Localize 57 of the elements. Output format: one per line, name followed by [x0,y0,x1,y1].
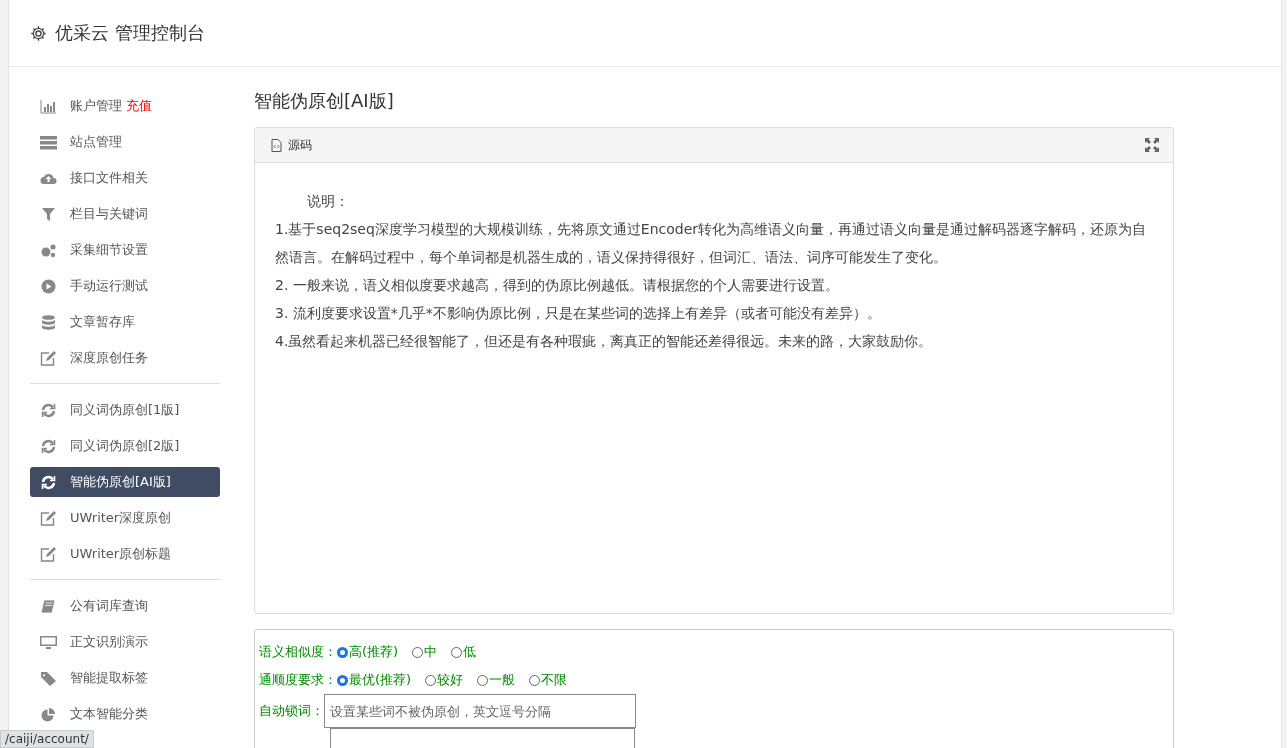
editor-text: 说明： [306,192,350,211]
status-url: /caiji/account/ [0,730,94,748]
option-label: 自动锁词： [259,702,324,720]
bars-icon [40,98,57,114]
sidebar-item[interactable]: 同义词伪原创[1版] [30,395,220,425]
recharge-link[interactable]: 充值 [126,97,152,115]
sidebar-item[interactable]: 正文识别演示 [30,627,220,657]
sidebar-item[interactable]: 手动运行测试 [30,271,220,301]
sidebar-item[interactable]: 站点管理 [30,127,220,157]
source-button[interactable]: 源码 [269,134,314,156]
sidebar-item[interactable]: 智能伪原创[AI版] [30,467,220,497]
tag-icon [40,670,57,686]
editor-text: 2. 一般来说，语义相似度要求越高，得到的伪原比例越低。请根据您的个人需要进行设置。 [275,276,840,295]
option-label: 语义相似度： [259,643,337,661]
page-title: 智能伪原创[AI版] [254,89,395,113]
option-label: 通顺度要求： [259,671,337,689]
radio-option[interactable]: 中 [412,643,438,661]
radio-option[interactable]: 最优(推荐) [337,671,412,689]
refresh-icon [40,402,57,418]
radio-option[interactable]: 不限 [529,671,568,689]
radio-option[interactable]: 一般 [477,671,516,689]
sidebar-item[interactable]: UWriter深度原创 [30,503,220,533]
refresh-icon [40,438,57,454]
monitor-icon [40,634,57,650]
sidebar-item[interactable]: 同义词伪原创[2版] [30,431,220,461]
sidebar-item[interactable]: 公有词库查询 [30,591,220,621]
sidebar-item[interactable]: 接口文件相关 [30,163,220,193]
edit-icon [40,510,57,526]
sidebar-item[interactable]: 文章暂存库 [30,307,220,337]
refresh-icon [40,474,57,490]
sidebar-item[interactable]: 文本智能分类 [30,699,220,729]
sidebar-item[interactable]: 采集细节设置 [30,235,220,265]
sidebar-item[interactable]: UWriter原创标题 [30,539,220,569]
sidebar-item[interactable]: 账户管理 充值 [30,91,220,121]
lock-words-field[interactable]: 设置某些词不被伪原创，英文逗号分隔 [324,694,636,728]
radio-option[interactable]: 较好 [425,671,464,689]
server-icon [40,134,57,150]
sidebar-item[interactable]: 智能提取标签 [30,663,220,693]
editor-text: 3. 流利度要求设置*几乎*不影响伪原比例，只是在某些词的选择上有差异（或者可能没有差异）。 [275,304,882,323]
play-icon [40,278,57,294]
editor-text: 4.虽然看起来机器已经很智能了，但还是有各种瑕疵，离真正的智能还差得很远。未来的路，大家鼓励你。 [275,332,934,351]
db-icon [40,314,57,330]
edit-icon [40,546,57,562]
filter-icon [40,206,57,222]
book-icon [40,598,57,614]
editor-text: 1.基于seq2seq深度学习模型的大规模训练，先将原文通过Encoder转化为高维语义向量，再通过语义向量是通过解码器逐字解码，还原为自然语言。在解码过程中，每个单词都是机器生成的，语义保持得很好，但词汇、语法、词序可能发生了变化。 [275,220,1148,267]
file-code-icon [271,138,282,152]
radio-option[interactable]: 高(推荐) [337,643,399,661]
app-title: 优采云 管理控制台 [55,21,205,45]
sidebar-item[interactable]: 深度原创任务 [30,343,220,373]
text-area[interactable] [330,728,635,748]
pie-icon [40,706,57,722]
sidebar-item[interactable]: 栏目与关键词 [30,199,220,229]
radio-option[interactable]: 低 [451,643,477,661]
settings-icon [30,24,47,42]
edit-icon [40,350,57,366]
maximize-icon[interactable] [1145,138,1159,152]
